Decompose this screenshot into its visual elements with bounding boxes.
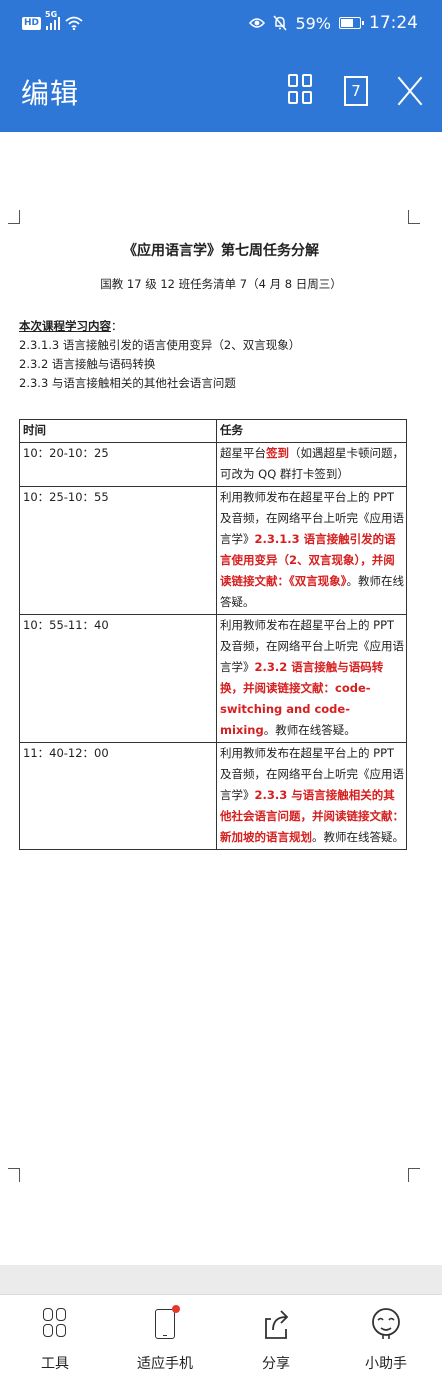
fit-phone-button[interactable]: 适应手机 — [110, 1295, 220, 1380]
grid-view-button[interactable] — [288, 74, 314, 106]
tools-icon — [39, 1307, 71, 1341]
crop-mark-bottom-right — [408, 1168, 420, 1182]
column-header-task: 任务 — [216, 419, 407, 443]
schedule-table-body: 10：20-10：25 超星平台签到（如遇超星卡顿问题，可改为 QQ 群打卡签到）… — [19, 442, 407, 850]
time-cell: 11：40-12：00 — [19, 742, 217, 850]
task-cell: 利用教师发布在超星平台上的 PPT 及音频，在网络平台上听完《应用语言学》2.3… — [216, 486, 407, 615]
tools-label: 工具 — [41, 1356, 69, 1372]
task-cell: 利用教师发布在超星平台上的 PPT 及音频，在网络平台上听完《应用语言学》2.3… — [216, 742, 407, 850]
notification-dot — [172, 1305, 180, 1313]
assistant-icon — [372, 1308, 400, 1339]
share-button[interactable]: 分享 — [221, 1295, 331, 1380]
status-right: 59% 17:24 — [249, 12, 418, 34]
schedule-table: 时间 任务 10：20-10：25 超星平台签到（如遇超星卡顿问题，可改为 QQ … — [19, 419, 407, 850]
app-header: 编辑 7 — [0, 48, 442, 132]
tools-button[interactable]: 工具 — [0, 1295, 110, 1380]
task-cell: 超星平台签到（如遇超星卡顿问题，可改为 QQ 群打卡签到） — [216, 442, 407, 487]
table-row: 11：40-12：00 利用教师发布在超星平台上的 PPT 及音频，在网络平台上听… — [19, 742, 407, 850]
network-type-label: 5G — [45, 10, 58, 19]
task-cell: 利用教师发布在超星平台上的 PPT 及音频，在网络平台上听完《应用语言学》2.3… — [216, 614, 407, 743]
battery-fill — [341, 19, 353, 27]
bottom-toolbar: 工具 适应手机 分享 小助手 — [0, 1294, 442, 1380]
document-title: 《应用语言学》第七周任务分解 — [123, 243, 319, 259]
section-heading-text: 本次课程学习内容 — [19, 319, 111, 333]
eye-care-icon — [249, 18, 266, 28]
mute-icon — [273, 15, 288, 31]
document-subtitle: 国教 17 级 12 班任务清单 7（4 月 8 日周三） — [100, 277, 342, 291]
status-left: HD 5G — [22, 10, 83, 33]
column-header-time: 时间 — [19, 419, 217, 443]
share-label: 分享 — [262, 1356, 290, 1372]
time-cell: 10：25-10：55 — [19, 486, 217, 615]
assistant-button[interactable]: 小助手 — [331, 1295, 441, 1380]
table-row: 10：20-10：25 超星平台签到（如遇超星卡顿问题，可改为 QQ 群打卡签到） — [19, 442, 407, 487]
battery-icon — [339, 17, 364, 29]
section-heading-colon: ： — [111, 319, 123, 333]
task-text: 。教师在线答疑。 — [263, 723, 356, 737]
hd-icon: HD — [22, 16, 42, 30]
task-text: 超星平台 — [220, 446, 266, 460]
fit-phone-label: 适应手机 — [137, 1356, 193, 1372]
table-row: 10：25-10：55 利用教师发布在超星平台上的 PPT 及音频，在网络平台上听… — [19, 486, 407, 615]
close-icon[interactable] — [396, 76, 424, 106]
fit-phone-icon — [155, 1309, 175, 1339]
clock: 17:24 — [369, 13, 418, 33]
wifi-icon — [65, 16, 83, 30]
page-title: 编辑 — [21, 77, 80, 110]
crop-mark-bottom-left — [8, 1168, 20, 1182]
highlighted-text: 签到 — [266, 446, 289, 460]
battery-percent: 59% — [295, 13, 331, 33]
grid-view-icon — [288, 74, 298, 87]
crop-mark-top-left — [8, 210, 20, 224]
status-bar: HD 5G 59% 17:24 — [0, 0, 442, 48]
content-item: 2.3.3 与语言接触相关的其他社会语言问题 — [19, 376, 236, 390]
time-cell: 10：20-10：25 — [19, 442, 217, 487]
section-heading: 本次课程学习内容： — [19, 318, 123, 334]
content-item: 2.3.1.3 语言接触引发的语言使用变异（2、双言现象） — [19, 338, 301, 352]
time-cell: 10：55-11：40 — [19, 614, 217, 743]
document-page[interactable]: 《应用语言学》第七周任务分解 国教 17 级 12 班任务清单 7（4 月 8 … — [0, 132, 442, 1265]
table-row: 10：55-11：40 利用教师发布在超星平台上的 PPT 及音频，在网络平台上听… — [19, 614, 407, 743]
content-item: 2.3.2 语言接触与语码转换 — [19, 357, 156, 371]
assistant-label: 小助手 — [365, 1356, 407, 1372]
signal-icon: 5G — [45, 10, 61, 30]
share-icon — [265, 1310, 289, 1339]
table-header-row: 时间 任务 — [19, 419, 407, 443]
task-text: 。教师在线答疑。 — [312, 830, 404, 844]
page-count-button[interactable]: 7 — [344, 76, 368, 106]
crop-mark-top-right — [408, 210, 420, 224]
